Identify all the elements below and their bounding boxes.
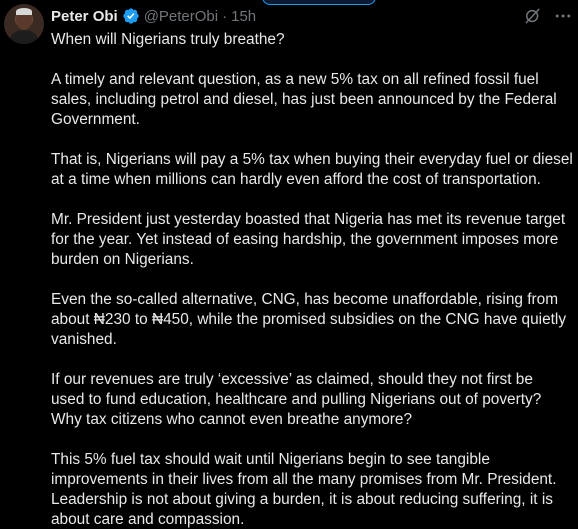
tweet-paragraph: If our revenues are truly ‘excessive’ as…: [51, 371, 542, 428]
tweet-body: When will Nigerians truly breathe? A tim…: [51, 30, 573, 529]
user-handle[interactable]: @PeterObi: [144, 8, 218, 25]
more-options-icon[interactable]: [553, 6, 573, 26]
tweet-paragraph: This 5% fuel tax should wait until Niger…: [51, 451, 557, 528]
tweet-paragraph: That is, Nigerians will pay a 5% tax whe…: [51, 151, 573, 188]
tweet-paragraph: When will Nigerians truly breathe?: [51, 31, 285, 48]
tweet[interactable]: Peter Obi @PeterObi · 15h When will Nige…: [0, 0, 578, 529]
display-name[interactable]: Peter Obi: [51, 8, 118, 25]
tweet-paragraph: A timely and relevant question, as a new…: [51, 71, 557, 128]
tweet-timestamp[interactable]: 15h: [231, 8, 256, 25]
avatar[interactable]: [4, 4, 44, 44]
header-separator: ·: [222, 7, 228, 25]
verified-badge-icon: [123, 8, 139, 24]
tweet-paragraph: Even the so-called alternative, CNG, has…: [51, 291, 567, 348]
tweet-header: Peter Obi @PeterObi · 15h: [51, 5, 256, 27]
grok-icon[interactable]: [523, 6, 543, 26]
tweet-paragraph: Mr. President just yesterday boasted tha…: [51, 211, 566, 268]
